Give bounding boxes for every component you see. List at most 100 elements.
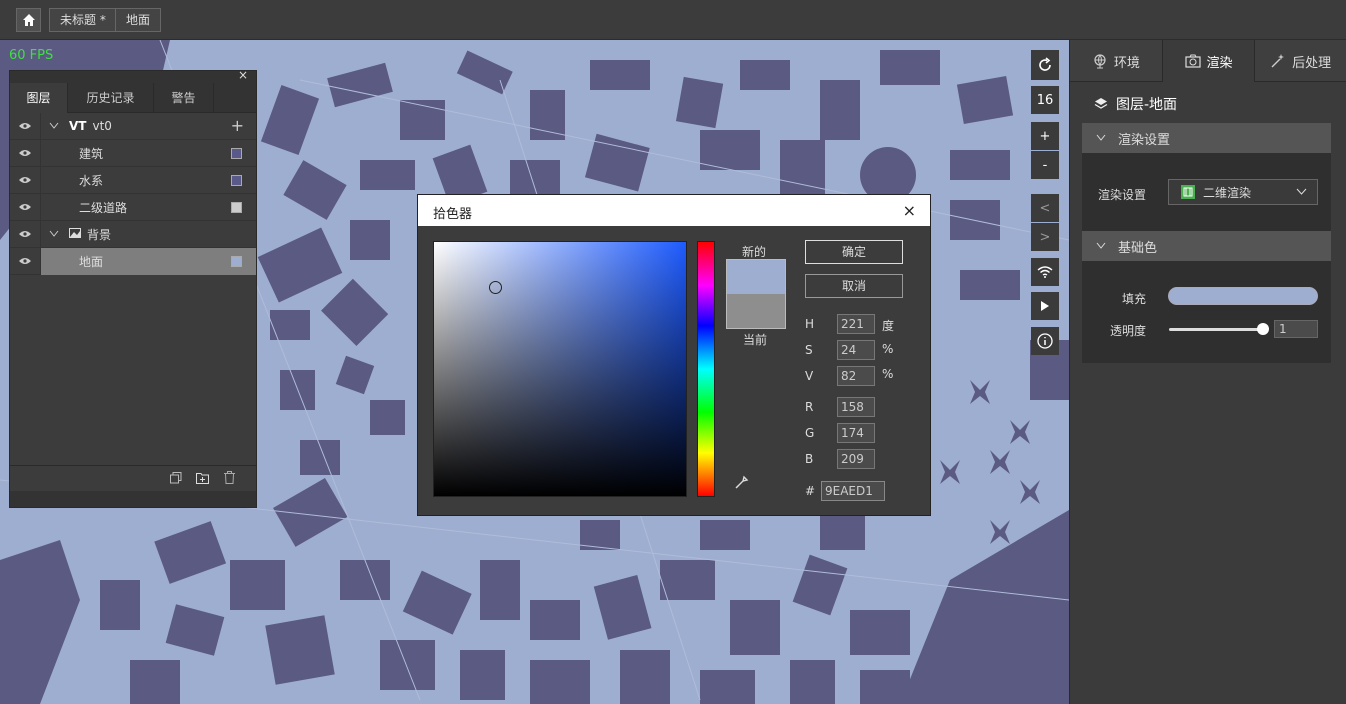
opacity-slider-track[interactable]: [1169, 328, 1263, 331]
fps-counter: 60 FPS: [9, 48, 54, 63]
signal-button[interactable]: [1031, 258, 1059, 286]
refresh-button[interactable]: [1031, 50, 1059, 80]
tab-environment[interactable]: 环境: [1070, 40, 1163, 82]
layer-row-selected[interactable]: 地面: [10, 247, 256, 275]
eye-icon[interactable]: [10, 166, 41, 194]
dialog-header[interactable]: 拾色器 ×: [418, 195, 930, 226]
opacity-input[interactable]: 1: [1274, 320, 1318, 338]
r-input[interactable]: 158: [837, 397, 875, 417]
close-icon[interactable]: ×: [903, 201, 916, 220]
hex-label: #: [805, 484, 816, 498]
chevron-down-icon: [1296, 188, 1307, 195]
layer-panel-actions: [10, 465, 256, 491]
globe-icon: [1094, 54, 1106, 69]
layer-color-swatch[interactable]: [231, 255, 242, 267]
play-button[interactable]: [1031, 292, 1059, 320]
fill-color-swatch[interactable]: [1168, 287, 1318, 305]
layer-group-background[interactable]: 背景: [10, 220, 256, 248]
saturation-value-area[interactable]: [433, 241, 687, 497]
layer-label: 水系: [79, 173, 104, 188]
zoom-out-button[interactable]: -: [1031, 151, 1059, 179]
eye-icon[interactable]: [10, 139, 41, 167]
tab-warnings[interactable]: 警告: [154, 83, 214, 113]
tab-layers[interactable]: 图层: [10, 83, 68, 113]
info-button[interactable]: [1031, 327, 1059, 355]
cancel-button[interactable]: 取消: [805, 274, 903, 298]
layer-panel-titlebar[interactable]: ×: [10, 68, 256, 83]
close-icon[interactable]: ×: [238, 68, 248, 82]
eye-icon[interactable]: [10, 193, 41, 221]
tab-postprocess[interactable]: 后处理: [1255, 40, 1346, 82]
render-mode-label: 渲染设置: [1098, 188, 1147, 202]
base-color-section[interactable]: 基础色: [1082, 231, 1331, 261]
properties-tabs: 环境 渲染 后处理: [1070, 40, 1346, 82]
layer-color-swatch[interactable]: [231, 147, 242, 159]
v-input[interactable]: 82: [837, 366, 875, 386]
home-button[interactable]: [16, 8, 41, 32]
color-picker-dialog: 拾色器 × 新的 当前 确定 取消 H 221 度 S 24 % V 82 % …: [417, 194, 931, 516]
layer-label: 二级道路: [79, 200, 128, 215]
next-button[interactable]: >: [1031, 223, 1059, 251]
vt-group-name: vt0: [92, 119, 112, 133]
duplicate-icon[interactable]: [170, 472, 182, 487]
render-mode-select[interactable]: 二维渲染: [1168, 179, 1318, 205]
opacity-slider-handle[interactable]: [1257, 323, 1269, 335]
play-icon: [1041, 301, 1049, 311]
panel-header-title: 图层-地面: [1116, 97, 1178, 113]
base-color-title: 基础色: [1118, 240, 1158, 256]
bg-group-name: 背景: [87, 227, 112, 242]
breadcrumb-document[interactable]: 未标题 *: [49, 8, 117, 32]
eye-icon[interactable]: [10, 247, 41, 275]
g-input[interactable]: 174: [837, 423, 875, 443]
chevron-down-icon[interactable]: [49, 119, 61, 133]
layer-label: 建筑: [79, 146, 104, 161]
s-label: S: [805, 343, 813, 357]
sv-cursor[interactable]: [489, 281, 502, 294]
properties-panel: 环境 渲染 后处理 图层-地面 渲染设置 渲染设置 二维渲染 基础色 填充 透明…: [1069, 40, 1346, 704]
zoom-in-button[interactable]: +: [1031, 122, 1059, 150]
ok-button[interactable]: 确定: [805, 240, 903, 264]
prev-button[interactable]: <: [1031, 194, 1059, 222]
tab-history[interactable]: 历史记录: [68, 83, 154, 113]
layer-row[interactable]: 水系: [10, 166, 256, 194]
eyedropper-icon[interactable]: [735, 475, 749, 492]
g-label: G: [805, 426, 815, 440]
trash-icon[interactable]: [224, 471, 235, 487]
b-input[interactable]: 209: [837, 449, 875, 469]
r-label: R: [805, 400, 814, 414]
fill-label: 填充: [1122, 292, 1147, 306]
s-unit: %: [882, 342, 894, 356]
layer-color-swatch[interactable]: [231, 174, 242, 186]
tab-render[interactable]: 渲染: [1162, 40, 1256, 82]
top-bar: 未标题 * 地面: [0, 0, 1346, 40]
hex-input[interactable]: 9EAED1: [821, 481, 885, 501]
opacity-label: 透明度: [1110, 324, 1147, 338]
base-color-body: [1082, 261, 1331, 363]
render-mode-value: 二维渲染: [1203, 185, 1252, 200]
camera-icon: [1184, 54, 1201, 68]
eye-icon[interactable]: [10, 112, 41, 140]
zoom-level: 16: [1031, 86, 1059, 114]
current-color-label: 当前: [743, 333, 768, 347]
s-input[interactable]: 24: [837, 340, 875, 360]
new-color-label: 新的: [742, 245, 767, 259]
chevron-down-icon[interactable]: [49, 227, 61, 241]
layer-row[interactable]: 建筑: [10, 139, 256, 167]
tab-postprocess-label: 后处理: [1292, 55, 1332, 71]
layer-color-swatch[interactable]: [231, 201, 242, 213]
chevron-down-icon: [1096, 242, 1106, 249]
h-input[interactable]: 221: [837, 314, 875, 334]
breadcrumb-layer[interactable]: 地面: [115, 8, 162, 32]
render-settings-section[interactable]: 渲染设置: [1082, 123, 1331, 153]
add-layer-icon[interactable]: +: [231, 116, 244, 135]
current-color-swatch[interactable]: [726, 294, 786, 329]
refresh-icon: [1039, 57, 1051, 71]
layer-panel-tabs: 图层 历史记录 警告: [10, 83, 256, 113]
hue-slider[interactable]: [697, 241, 715, 497]
layers-icon: [1094, 98, 1108, 109]
layer-row[interactable]: 二级道路: [10, 193, 256, 221]
layer-group-vt[interactable]: VT vt0 +: [10, 112, 256, 140]
v-unit: %: [882, 367, 894, 381]
add-folder-icon[interactable]: [196, 472, 209, 487]
eye-icon[interactable]: [10, 220, 41, 248]
